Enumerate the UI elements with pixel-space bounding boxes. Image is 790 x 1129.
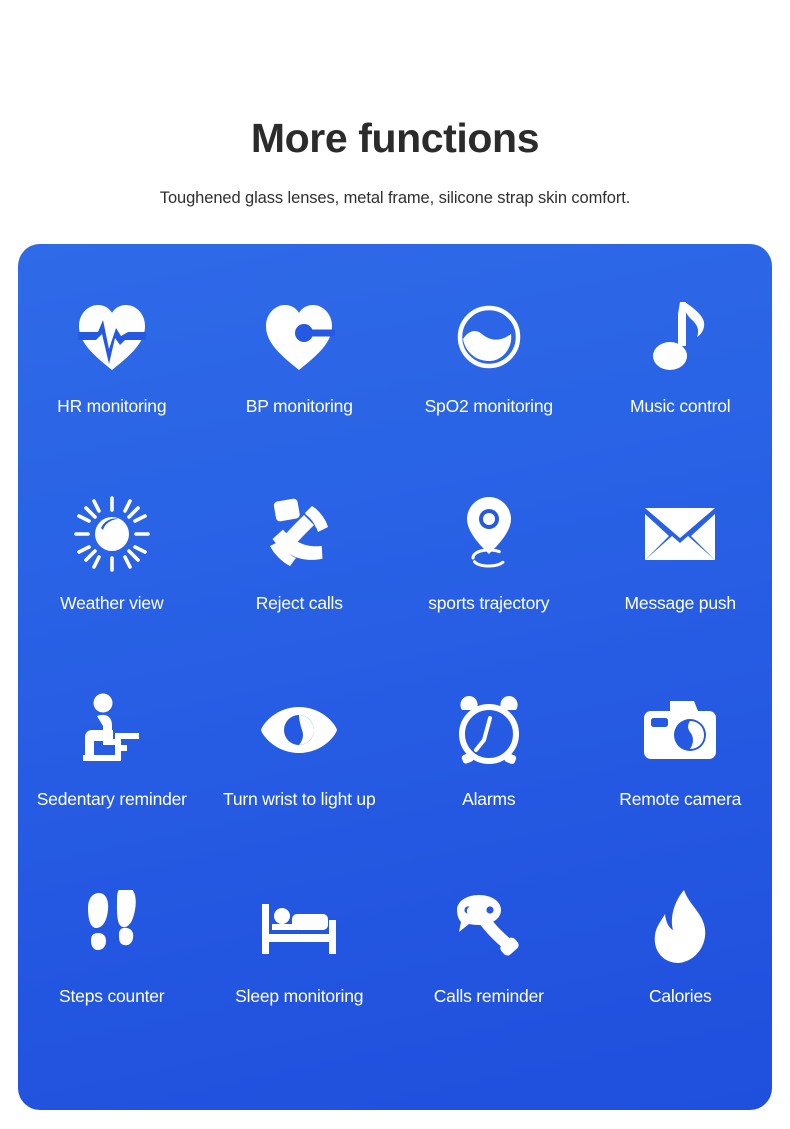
feature-cell-bp-monitoring[interactable]: BP monitoring [208, 280, 392, 477]
blood-oxygen-icon [455, 294, 523, 380]
flame-icon [651, 884, 709, 970]
feature-label: Turn wrist to light up [222, 789, 376, 809]
feature-label: Sleep monitoring [235, 985, 364, 1006]
feature-label: Music control [630, 396, 731, 416]
feature-label: Remote camera [619, 789, 742, 809]
feature-label: BP monitoring [245, 396, 353, 416]
envelope-icon [643, 491, 717, 577]
feature-cell-reject-calls[interactable]: Reject calls [208, 477, 392, 674]
feature-cell-sleep-monitoring[interactable]: Sleep monitoring [208, 870, 392, 1067]
feature-label: Alarms [462, 789, 516, 809]
feature-label: Steps counter [59, 985, 165, 1006]
phone-chat-icon [451, 884, 527, 970]
feature-cell-music-control[interactable]: Music control [589, 280, 773, 477]
features-grid: HR monitoring BP monitoring SpO2 monitor… [18, 244, 772, 1110]
heart-pulse-icon [76, 294, 148, 380]
feature-cell-message-push[interactable]: Message push [589, 477, 773, 674]
feature-cell-remote-camera[interactable]: Remote camera [589, 673, 773, 870]
feature-cell-hr-monitoring[interactable]: HR monitoring [20, 280, 204, 477]
feature-label: Reject calls [255, 592, 343, 613]
heart-gauge-icon [263, 294, 336, 380]
product-feature-page: More functions Toughened glass lenses, m… [0, 0, 790, 1129]
feature-label: sports trajectory [428, 592, 550, 613]
person-sitting-icon [79, 687, 145, 773]
feature-cell-steps-counter[interactable]: Steps counter [20, 870, 204, 1067]
feature-label: Weather view [60, 592, 164, 613]
map-pin-icon [457, 491, 521, 577]
feature-cell-sports-trajectory[interactable]: sports trajectory [397, 477, 581, 674]
feature-label: SpO2 monitoring [424, 396, 554, 416]
bed-sleep-icon [260, 884, 338, 970]
feature-cell-weather-view[interactable]: Weather view [20, 477, 204, 674]
eye-icon [259, 687, 339, 773]
feature-cell-turn-wrist-light-up[interactable]: Turn wrist to light up [208, 673, 392, 870]
camera-icon [642, 687, 718, 773]
phone-handset-icon [264, 491, 334, 577]
feature-label: Calls reminder [433, 985, 544, 1006]
footprints-icon [82, 884, 142, 970]
feature-label: HR monitoring [57, 396, 167, 416]
sun-icon [73, 491, 150, 577]
page-header: More functions Toughened glass lenses, m… [0, 0, 790, 208]
feature-label: Message push [624, 592, 737, 613]
page-subtitle: Toughened glass lenses, metal frame, sil… [159, 189, 631, 208]
page-title: More functions [250, 115, 540, 161]
feature-cell-alarms[interactable]: Alarms [397, 673, 581, 870]
music-note-icon [652, 294, 708, 380]
feature-cell-sedentary-reminder[interactable]: Sedentary reminder [20, 673, 204, 870]
feature-cell-calories[interactable]: Calories [589, 870, 773, 1067]
feature-label: Sedentary reminder [36, 789, 187, 809]
feature-cell-spo2-monitoring[interactable]: SpO2 monitoring [397, 280, 581, 477]
alarm-clock-icon [454, 687, 524, 773]
feature-cell-calls-reminder[interactable]: Calls reminder [397, 870, 581, 1067]
features-panel: HR monitoring BP monitoring SpO2 monitor… [18, 244, 772, 1110]
feature-label: Calories [648, 985, 712, 1006]
